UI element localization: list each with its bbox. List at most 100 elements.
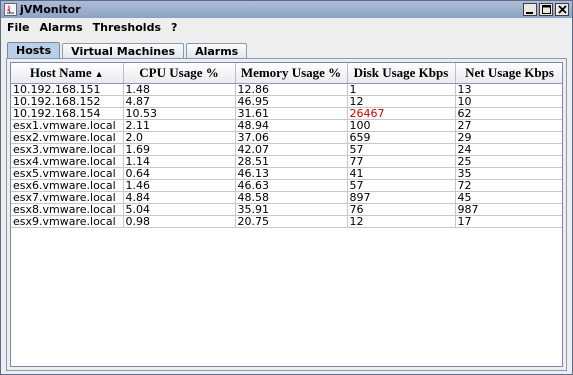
net-usage-cell: 10 [455, 95, 562, 108]
close-button[interactable] [555, 3, 569, 16]
hosts-panel: Host Name ▲ CPU Usage % Memory Usage % Di… [6, 58, 567, 371]
column-header-host-name[interactable]: Host Name ▲ [11, 63, 124, 84]
disk-usage-cell: 659 [347, 131, 456, 144]
table-row[interactable]: esx6.vmware.local 1.46 46.63 57 72 [11, 179, 562, 192]
cpu-usage-cell: 5.04 [123, 203, 236, 216]
table-row[interactable]: 10.192.168.151 1.48 12.86 1 13 [11, 83, 562, 96]
disk-usage-cell: 100 [347, 119, 456, 132]
disk-usage-cell: 77 [347, 155, 456, 168]
table-row[interactable]: 10.192.168.152 4.87 46.95 12 10 [11, 95, 562, 108]
host-name-cell: esx8.vmware.local [11, 203, 124, 216]
sort-ascending-icon: ▲ [94, 68, 104, 79]
net-usage-cell: 35 [455, 167, 562, 180]
host-name-cell: esx1.vmware.local [11, 119, 124, 132]
title-bar[interactable]: jVMonitor [1, 1, 572, 18]
cpu-usage-cell: 2.0 [123, 131, 236, 144]
cpu-usage-cell: 2.11 [123, 119, 236, 132]
cpu-usage-cell: 1.46 [123, 179, 236, 192]
cpu-usage-cell: 1.48 [123, 83, 236, 96]
memory-usage-cell: 20.75 [235, 215, 348, 228]
table-row[interactable]: esx5.vmware.local 0.64 46.13 41 35 [11, 167, 562, 180]
maximize-button[interactable] [539, 3, 553, 16]
minimize-icon [526, 11, 533, 14]
table-row[interactable]: esx1.vmware.local 2.11 48.94 100 27 [11, 119, 562, 132]
tab-strip: Hosts Virtual Machines Alarms [7, 42, 249, 59]
tab-hosts[interactable]: Hosts [7, 42, 61, 59]
disk-usage-cell: 12 [347, 215, 456, 228]
menu-file[interactable]: File [1, 18, 35, 38]
disk-usage-cell: 57 [347, 143, 456, 156]
memory-usage-cell: 42.07 [235, 143, 348, 156]
table-row[interactable]: esx8.vmware.local 5.04 35.91 76 987 [11, 203, 562, 216]
net-usage-cell: 987 [455, 203, 562, 216]
tab-alarms[interactable]: Alarms [186, 43, 248, 59]
host-name-cell: 10.192.168.152 [11, 95, 124, 108]
memory-usage-cell: 37.06 [235, 131, 348, 144]
host-name-cell: esx5.vmware.local [11, 167, 124, 180]
hosts-table: Host Name ▲ CPU Usage % Memory Usage % Di… [11, 63, 562, 228]
net-usage-cell: 62 [455, 107, 562, 120]
minimize-button[interactable] [523, 3, 537, 16]
disk-usage-cell: 76 [347, 203, 456, 216]
table-row[interactable]: 10.192.168.154 10.53 31.61 26467 62 [11, 107, 562, 120]
hosts-table-container[interactable]: Host Name ▲ CPU Usage % Memory Usage % Di… [10, 62, 563, 367]
memory-usage-cell: 28.51 [235, 155, 348, 168]
host-name-cell: esx4.vmware.local [11, 155, 124, 168]
cpu-usage-cell: 0.98 [123, 215, 236, 228]
memory-usage-cell: 12.86 [235, 83, 348, 96]
close-icon [557, 5, 567, 14]
table-header-row: Host Name ▲ CPU Usage % Memory Usage % Di… [11, 63, 562, 84]
menu-help[interactable]: ? [166, 18, 182, 38]
table-row[interactable]: esx9.vmware.local 0.98 20.75 12 17 [11, 215, 562, 228]
cpu-usage-cell: 10.53 [123, 107, 236, 120]
net-usage-cell: 72 [455, 179, 562, 192]
cpu-usage-cell: 0.64 [123, 167, 236, 180]
cpu-usage-cell: 1.14 [123, 155, 236, 168]
memory-usage-cell: 48.94 [235, 119, 348, 132]
disk-usage-cell: 897 [347, 191, 456, 204]
net-usage-cell: 24 [455, 143, 562, 156]
column-header-label: Host Name [29, 64, 92, 80]
disk-usage-cell: 12 [347, 95, 456, 108]
memory-usage-cell: 46.95 [235, 95, 348, 108]
java-app-icon [4, 3, 17, 16]
memory-usage-cell: 48.58 [235, 191, 348, 204]
host-name-cell: esx7.vmware.local [11, 191, 124, 204]
maximize-icon [541, 5, 551, 14]
disk-usage-cell: 1 [347, 83, 456, 96]
column-header-disk-usage[interactable]: Disk Usage Kbps [347, 63, 456, 84]
menu-thresholds[interactable]: Thresholds [88, 18, 166, 38]
disk-usage-cell: 57 [347, 179, 456, 192]
tab-virtual-machines[interactable]: Virtual Machines [62, 43, 185, 59]
menu-alarms[interactable]: Alarms [35, 18, 88, 38]
column-header-cpu-usage[interactable]: CPU Usage % [123, 63, 236, 84]
net-usage-cell: 27 [455, 119, 562, 132]
cpu-usage-cell: 1.69 [123, 143, 236, 156]
menu-bar: File Alarms Thresholds ? [1, 18, 572, 38]
column-header-memory-usage[interactable]: Memory Usage % [235, 63, 348, 84]
table-row[interactable]: esx3.vmware.local 1.69 42.07 57 24 [11, 143, 562, 156]
table-row[interactable]: esx4.vmware.local 1.14 28.51 77 25 [11, 155, 562, 168]
memory-usage-cell: 46.13 [235, 167, 348, 180]
memory-usage-cell: 46.63 [235, 179, 348, 192]
table-row[interactable]: esx7.vmware.local 4.84 48.58 897 45 [11, 191, 562, 204]
memory-usage-cell: 35.91 [235, 203, 348, 216]
host-name-cell: 10.192.168.151 [11, 83, 124, 96]
host-name-cell: esx2.vmware.local [11, 131, 124, 144]
window-title: jVMonitor [20, 3, 81, 16]
net-usage-cell: 25 [455, 155, 562, 168]
net-usage-cell: 45 [455, 191, 562, 204]
table-row[interactable]: esx2.vmware.local 2.0 37.06 659 29 [11, 131, 562, 144]
cpu-usage-cell: 4.87 [123, 95, 236, 108]
app-window: jVMonitor File Alarms Thresholds ? Hosts… [0, 0, 573, 375]
column-header-net-usage[interactable]: Net Usage Kbps [455, 63, 562, 84]
host-name-cell: esx9.vmware.local [11, 215, 124, 228]
cpu-usage-cell: 4.84 [123, 191, 236, 204]
net-usage-cell: 13 [455, 83, 562, 96]
host-name-cell: 10.192.168.154 [11, 107, 124, 120]
host-name-cell: esx6.vmware.local [11, 179, 124, 192]
host-name-cell: esx3.vmware.local [11, 143, 124, 156]
net-usage-cell: 17 [455, 215, 562, 228]
net-usage-cell: 29 [455, 131, 562, 144]
disk-usage-cell: 26467 [347, 107, 456, 120]
